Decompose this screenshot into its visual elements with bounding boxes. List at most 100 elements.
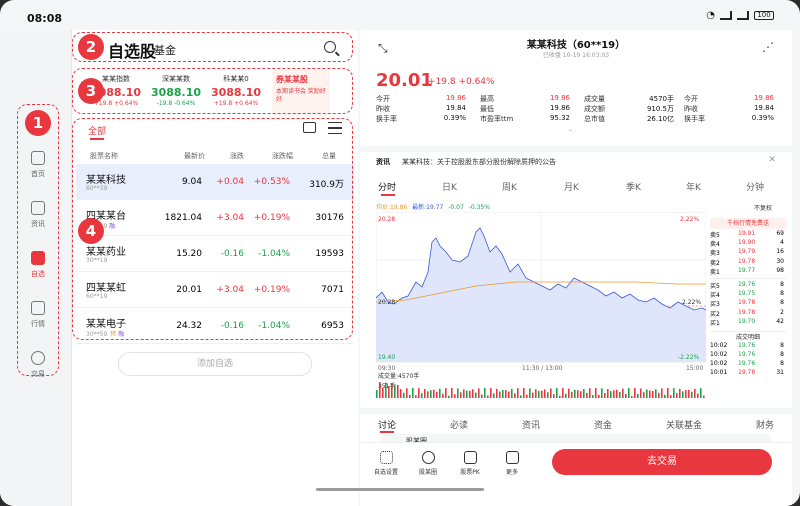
volume-bar	[430, 390, 432, 398]
volume-bar	[412, 388, 414, 398]
orderbook-row: 10:01 19.78 31	[710, 369, 784, 377]
volume-bar	[526, 394, 528, 398]
quote-stat: 最高 19.86	[480, 94, 570, 103]
annotation-box-1	[17, 104, 59, 376]
volume-bar	[508, 391, 510, 398]
stock-circle-button[interactable]: 股某圈	[408, 451, 448, 476]
volume-bar	[619, 391, 621, 398]
volume-bar	[478, 388, 480, 398]
tab-intraday[interactable]: 分时	[378, 180, 396, 196]
volume-bar	[451, 388, 453, 398]
volume-bar	[559, 395, 561, 398]
volume-bar	[391, 383, 393, 398]
volume-bar	[433, 389, 435, 398]
tab-monthly[interactable]: 月K	[564, 180, 579, 193]
stock-pk-button[interactable]: 股票PK	[450, 451, 490, 476]
add-watchlist-button[interactable]: 添加自选	[118, 352, 312, 376]
volume-bar	[496, 388, 498, 398]
annotation-marker-1: 1	[25, 110, 51, 136]
adjust-toggle[interactable]: 不复权	[754, 203, 772, 212]
quote-stat: 成交量 4570手	[584, 95, 674, 103]
watchlist-settings-button[interactable]: 自选设置	[366, 451, 406, 476]
volume-bar	[541, 390, 543, 398]
tab-funds[interactable]: 资金	[594, 418, 612, 431]
volume-bar	[607, 389, 609, 398]
tab-financials[interactable]: 财务	[756, 418, 774, 431]
tab-must-read[interactable]: 必读	[450, 418, 468, 431]
quote-stat: 市盈率ttm 95.32	[480, 114, 570, 123]
orderbook-promo[interactable]: 千档行情免费送	[710, 218, 786, 229]
volume-bar	[484, 388, 486, 398]
star-icon	[421, 451, 435, 464]
volume-bar	[505, 390, 507, 398]
tab-minute[interactable]: 分钟	[746, 180, 764, 193]
volume-bar	[532, 392, 534, 398]
volume-bar	[379, 382, 381, 398]
volume-bars	[376, 382, 705, 398]
volume-bar	[466, 390, 468, 398]
close-icon[interactable]: ✕	[768, 155, 776, 165]
tab-news[interactable]: 资讯	[522, 418, 540, 431]
volume-sub: 351手	[378, 382, 395, 390]
tab-related-funds[interactable]: 关联基金	[666, 418, 702, 431]
tab-discussion[interactable]: 讨论	[378, 418, 396, 433]
chevron-down-icon[interactable]: ⌄	[568, 126, 573, 133]
more-button[interactable]: 更多	[492, 451, 532, 476]
volume-bar	[595, 388, 597, 398]
order-book[interactable]: 千档行情免费送 卖5 19.91 69 卖4 19.90 4 卖3 19.79 16 卖2 19.7…	[710, 218, 786, 379]
volume-bar	[376, 390, 378, 398]
volume-bar	[661, 388, 663, 398]
volume-bar	[472, 389, 474, 398]
intraday-chart[interactable]: 20.28 20.28 19.40 2.22% 2.22% -2.22% 09:…	[376, 212, 706, 398]
volume-bar	[634, 388, 636, 398]
price-change: +19.8 +0.64%	[428, 77, 495, 87]
tab-quarterly[interactable]: 季K	[626, 180, 641, 193]
volume-bar	[622, 388, 624, 398]
signal-icon	[720, 11, 732, 20]
trade-button[interactable]: 去交易	[552, 449, 772, 475]
volume-bar	[547, 392, 549, 398]
volume-bar	[394, 384, 396, 398]
y-top-label: 20.28	[378, 216, 395, 223]
home-indicator[interactable]	[316, 488, 484, 491]
volume-bar	[535, 389, 537, 398]
volume-bar	[652, 390, 654, 398]
tablet-screen: 08:08 ◔ 100 首页 资讯 自选 行情 交易 自选股 基金 某某指数 3…	[0, 0, 800, 506]
annotation-box-2	[72, 32, 353, 62]
volume-bar	[439, 388, 441, 398]
volume-bar	[586, 393, 588, 398]
volume-bar	[688, 389, 690, 398]
annotation-marker-3: 3	[78, 78, 104, 104]
quote-stat: 最低 19.86	[480, 104, 570, 113]
tab-weekly[interactable]: 周K	[502, 180, 517, 193]
volume-bar	[448, 395, 450, 398]
volume-bar	[703, 395, 705, 398]
time-mid: 11:30 / 13:00	[522, 365, 563, 372]
volume-bar	[385, 382, 387, 398]
volume-bar	[487, 395, 489, 398]
current-price: 20.01	[376, 70, 433, 91]
volume-bar	[691, 391, 693, 398]
quote-stat: 换手率 0.39%	[684, 114, 774, 123]
orderbook-row: 10:02 19.76 8	[710, 351, 784, 359]
volume-bar	[460, 392, 462, 398]
settings-icon	[379, 451, 393, 464]
volume-bar	[400, 389, 402, 398]
volume-bar	[397, 385, 399, 398]
volume-bar	[658, 392, 660, 398]
orderbook-row: 卖3 19.79 16	[710, 248, 784, 258]
news-ticker[interactable]: 资讯 某某科技：关于控股股东部分股份解除质押的公告 ✕	[360, 146, 792, 168]
quote-stat: 成交额 910.5万	[584, 105, 674, 113]
r-mid-label: 2.22%	[682, 299, 701, 306]
orderbook-row: 买2 19.78 2	[710, 308, 784, 318]
volume-bar	[493, 393, 495, 398]
quote-stat: 昨收 19.84	[376, 104, 466, 113]
volume-bar	[646, 389, 648, 398]
volume-bar	[415, 395, 417, 398]
signal-icon-2	[737, 11, 749, 20]
tab-yearly[interactable]: 年K	[686, 180, 701, 193]
grid-icon	[505, 451, 519, 464]
tab-daily[interactable]: 日K	[442, 180, 457, 193]
share-icon[interactable]: ⋰	[762, 40, 774, 54]
volume-bar	[520, 395, 522, 398]
